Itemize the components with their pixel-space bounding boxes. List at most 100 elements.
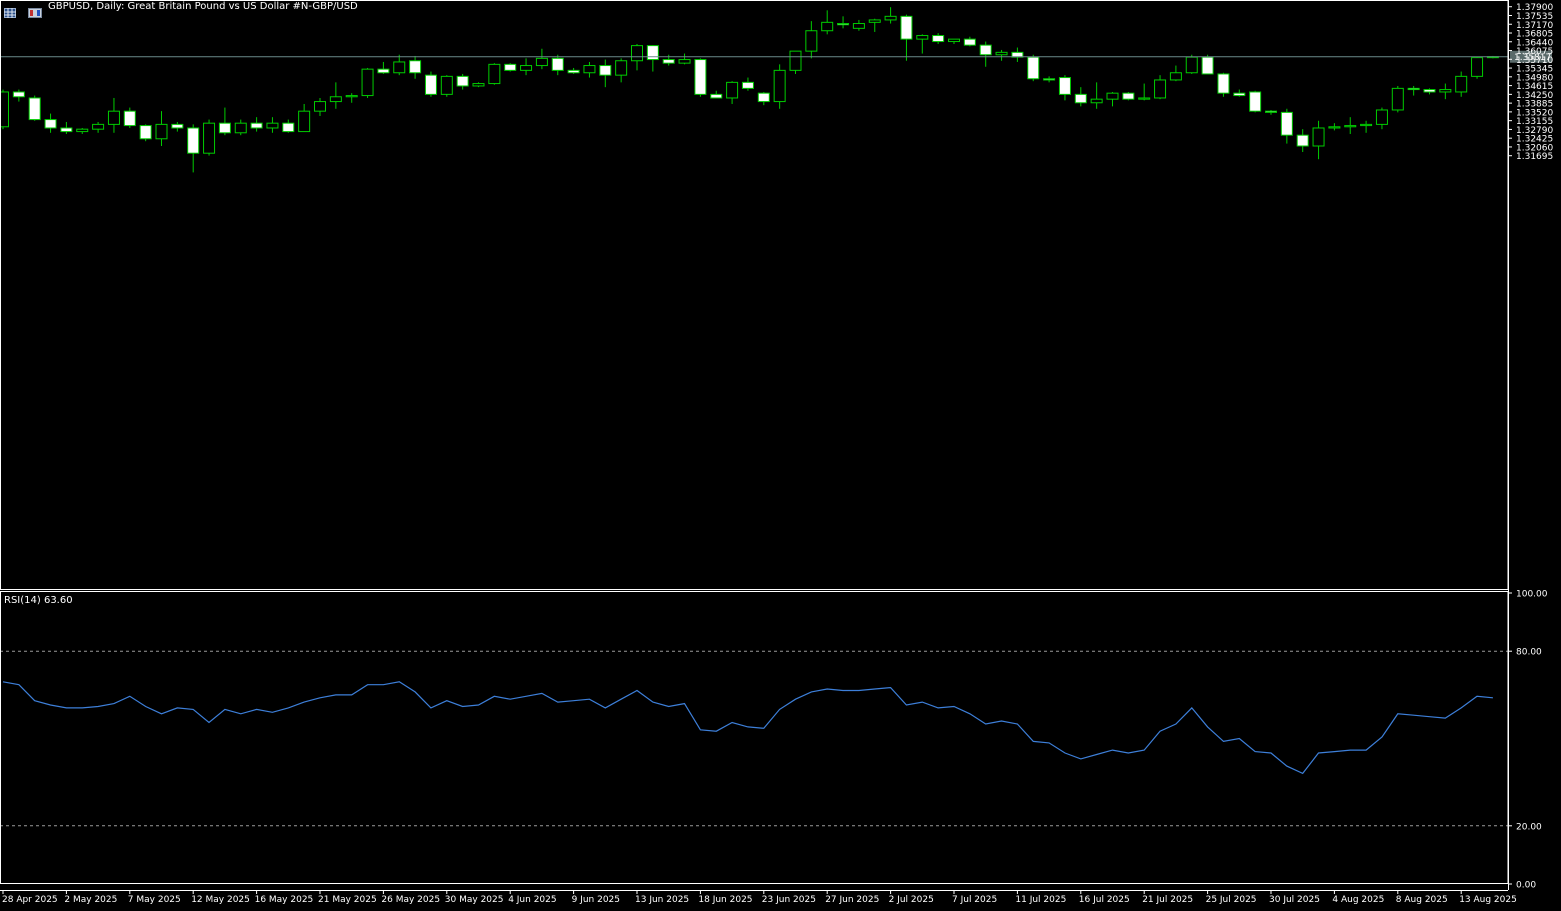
candle-body-bull	[1455, 75, 1468, 93]
candle	[0, 89, 9, 130]
candle	[1106, 91, 1119, 107]
candle-body-bull	[155, 123, 168, 140]
candle-body-bull	[1439, 89, 1452, 93]
candle	[868, 18, 881, 32]
candle	[599, 59, 612, 88]
candle	[948, 38, 960, 44]
candle-body-bear	[1043, 78, 1056, 81]
candle-body-bull	[1328, 126, 1341, 129]
candle	[266, 117, 279, 133]
candle	[726, 81, 739, 104]
candle-body-bear	[377, 68, 390, 74]
candle-body-bull	[107, 110, 120, 125]
candle-body-bear	[1423, 89, 1436, 93]
date-tick-label: 12 May 2025	[191, 895, 250, 905]
candle	[1169, 65, 1182, 82]
chart-grid-icon[interactable]	[4, 3, 16, 18]
candle-body-bull	[1154, 79, 1167, 99]
candle	[1455, 71, 1468, 97]
candle-body-bear	[504, 63, 517, 71]
candle-body-bull	[329, 96, 342, 103]
candle-body-bear	[1233, 92, 1246, 97]
rsi-tick-label: 0.00	[1516, 881, 1536, 891]
candle	[1249, 90, 1262, 113]
candle	[1375, 107, 1388, 130]
candle	[1344, 117, 1357, 134]
candle	[900, 14, 913, 61]
candle	[884, 7, 897, 24]
candle	[805, 21, 818, 59]
candle	[28, 95, 41, 121]
candle	[1439, 83, 1452, 100]
candle-body-bear	[28, 97, 41, 121]
candle	[314, 97, 326, 116]
candle	[187, 124, 200, 173]
date-tick-label: 13 Aug 2025	[1459, 895, 1517, 905]
date-tick-label: 16 May 2025	[255, 895, 314, 905]
candle	[567, 67, 580, 74]
candle	[710, 90, 723, 99]
candle-body-bull	[726, 81, 739, 99]
price-panel[interactable]	[0, 7, 1508, 173]
candle	[646, 45, 659, 72]
candle-body-bull	[1375, 109, 1388, 125]
candle	[107, 97, 120, 133]
candle	[1423, 88, 1436, 95]
candle	[1201, 54, 1214, 75]
date-tick-label: 13 Jun 2025	[635, 895, 689, 905]
candle	[1296, 129, 1309, 152]
candle-body-bear	[646, 45, 659, 61]
date-tick-label: 25 Jul 2025	[1206, 895, 1257, 905]
candle-body-bull	[440, 75, 453, 95]
candle-body-bear	[1201, 56, 1214, 75]
chart-canvas[interactable]: 1.358171.379001.375351.371701.368051.364…	[0, 0, 1561, 911]
candle	[773, 64, 786, 109]
candle-body-bear	[1249, 91, 1262, 112]
candle	[1043, 76, 1056, 83]
candle-body-bear	[123, 110, 136, 127]
date-tick-label: 7 Jul 2025	[952, 895, 997, 905]
rsi-panel[interactable]	[0, 650, 1508, 827]
candle-body-bull	[583, 65, 596, 74]
candle-body-bull	[805, 30, 818, 52]
candle	[250, 117, 263, 132]
candle-body-bear	[60, 127, 73, 133]
candle	[409, 55, 422, 79]
candle	[456, 73, 469, 90]
one-click-trading-icon[interactable]	[28, 3, 42, 18]
date-tick-label: 4 Aug 2025	[1332, 895, 1384, 905]
date-tick-label: 18 Jun 2025	[698, 895, 752, 905]
candle-body-bull	[361, 68, 374, 97]
candle-body-bear	[837, 23, 850, 26]
candle-body-bear	[963, 38, 976, 46]
candle-body-bull	[345, 95, 358, 98]
candle-body-bull	[203, 122, 216, 154]
date-tick-label: 2 May 2025	[64, 895, 117, 905]
candle-body-bull	[773, 69, 786, 103]
candle	[1058, 75, 1071, 101]
candle	[12, 89, 25, 102]
candle	[329, 82, 342, 109]
candle	[1233, 89, 1246, 97]
candle-body-bull	[1360, 123, 1373, 127]
candle	[995, 49, 1008, 61]
candle-body-bear	[1280, 111, 1293, 136]
candle-body-bear	[1058, 77, 1071, 95]
candle-body-bull	[631, 45, 643, 62]
date-tick-label: 26 May 2025	[381, 895, 440, 905]
candle-body-bear	[218, 122, 231, 134]
candle	[377, 61, 390, 74]
candle	[60, 121, 73, 134]
candle-body-bull	[92, 123, 105, 130]
candle-body-bull	[1169, 72, 1182, 81]
candle-body-bull	[0, 91, 9, 128]
candle-body-bull	[1185, 56, 1198, 74]
candle-body-bull	[1344, 125, 1357, 128]
candle	[583, 61, 596, 78]
date-tick-label: 9 Jun 2025	[572, 895, 620, 905]
chart-window[interactable]: 1.35817 1.37900 1.37535 1.37170 1.36805 1.364…	[0, 0, 1561, 911]
candle-body-bull	[472, 83, 485, 87]
candle-body-bear	[1027, 56, 1040, 80]
candle-body-bull	[821, 21, 834, 32]
candle-body-bear	[1074, 93, 1087, 104]
